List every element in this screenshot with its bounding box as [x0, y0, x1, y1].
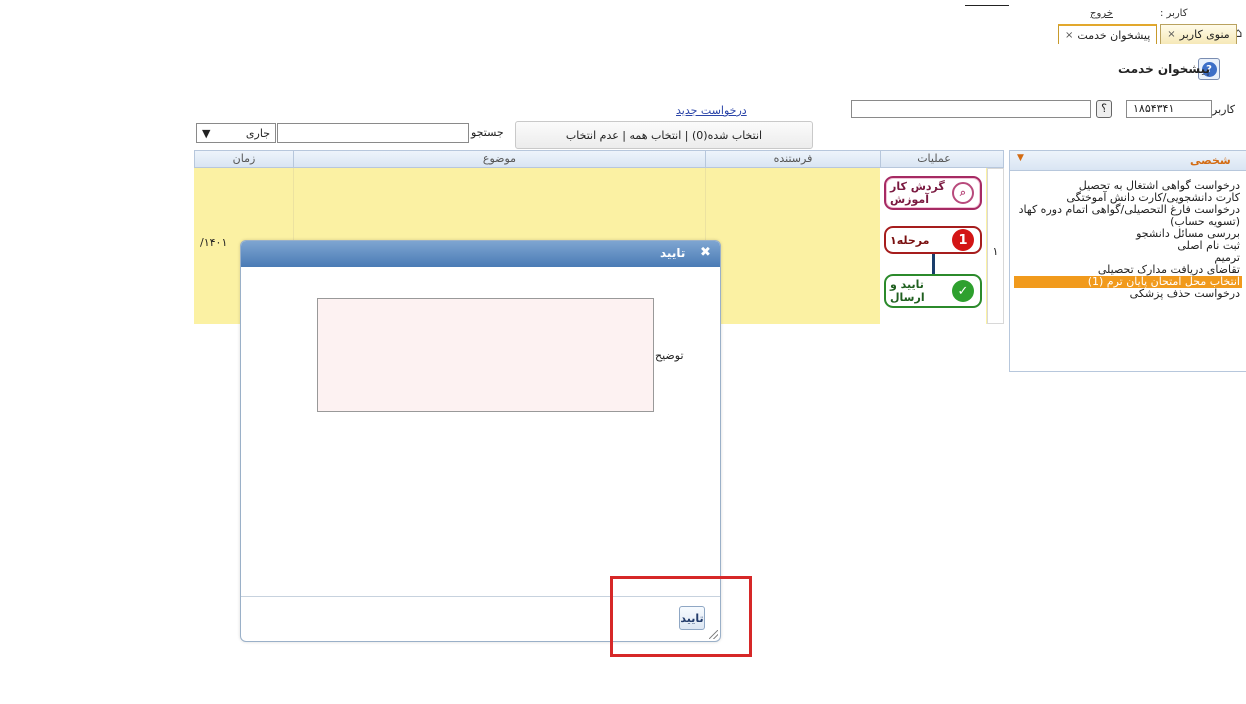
tab-user-menu[interactable]: منوی کاربر ×	[1160, 24, 1237, 44]
step-connector	[932, 254, 935, 274]
annotation-highlight-box	[610, 576, 752, 657]
row-time: ۱۴۰۱/	[200, 236, 228, 249]
column-header-operations: عملیات	[880, 151, 987, 167]
user-name-field	[851, 100, 1091, 118]
approve-send-label: تایید و ارسال	[890, 278, 925, 304]
description-label: توضیح	[655, 349, 684, 362]
close-icon[interactable]: ×	[1065, 30, 1073, 41]
checkmark-icon: ✓	[952, 280, 974, 302]
user-lookup-button[interactable]: ؟	[1096, 100, 1112, 118]
tab-bar: منوی کاربر × پیشخوان خدمت ×	[1058, 22, 1237, 44]
sidebar-list: درخواست گواهی اشتغال به تحصیل کارت دانشج…	[1014, 180, 1242, 300]
magnifier-icon: ⌕	[952, 182, 974, 204]
user-id-input[interactable]: ۱۸۵۴۳۴۱	[1126, 100, 1212, 118]
user-label: کاربر	[1212, 103, 1236, 116]
chevron-down-icon: ▼	[202, 126, 211, 140]
new-request-link[interactable]: درخواست جدید	[676, 104, 747, 117]
workflow-history-button[interactable]: گردش کار آموزش ⌕	[884, 176, 982, 210]
sidebar-item-main-registration[interactable]: ثبت نام اصلی	[1014, 240, 1242, 252]
sidebar-item-medical-drop[interactable]: درخواست حذف پزشکی	[1014, 288, 1242, 300]
workflow-label: گردش کار آموزش	[890, 180, 945, 206]
column-header-time: زمان	[232, 152, 256, 165]
logout-link[interactable]: خروج	[1090, 8, 1113, 19]
step-button[interactable]: مرحله۱ 1	[884, 226, 982, 254]
description-textarea[interactable]	[317, 298, 654, 412]
search-label: جستجو	[471, 126, 504, 139]
sidebar-title: شخصی	[1190, 154, 1231, 167]
status-select[interactable]: ▼ جاری	[196, 123, 276, 143]
search-input[interactable]	[277, 123, 469, 143]
chevron-down-icon[interactable]: ▼	[1017, 153, 1024, 163]
tab-label: منوی کاربر	[1179, 28, 1230, 41]
tab-label: پیشخوان خدمت	[1077, 28, 1151, 42]
step-label: مرحله۱	[890, 233, 930, 247]
selection-controls[interactable]: انتخاب شده(0) | انتخاب همه | عدم انتخاب	[515, 121, 813, 149]
header-user-label: کاربر :	[1160, 8, 1188, 19]
column-header-sender: فرستنده	[705, 151, 880, 167]
dialog-header[interactable]	[241, 241, 720, 267]
header-divider	[965, 5, 1009, 6]
row-number: ۱	[987, 168, 1004, 324]
approve-send-button[interactable]: تایید و ارسال ✓	[884, 274, 982, 308]
sidebar-item-graduation-request[interactable]: درخواست فارغ التحصیلی/گواهی اتمام دوره ک…	[1014, 204, 1242, 228]
status-selected-value: جاری	[245, 126, 270, 140]
column-header-subject: موضوع	[293, 151, 705, 167]
step-number-icon: 1	[952, 229, 974, 251]
close-icon[interactable]: ✖	[700, 245, 711, 260]
dialog-title: تایید	[660, 246, 686, 260]
page-title: پیشخوان خدمت	[1118, 62, 1211, 76]
close-icon[interactable]: ×	[1167, 29, 1175, 40]
tab-service-desk[interactable]: پیشخوان خدمت ×	[1058, 24, 1158, 44]
